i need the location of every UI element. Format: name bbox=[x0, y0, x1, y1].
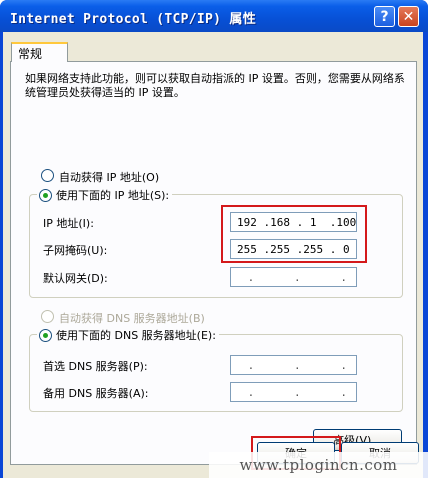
manual-ip-label[interactable]: 使用下面的 IP 地址(S): bbox=[56, 187, 169, 203]
auto-ip-label[interactable]: 自动获得 IP 地址(O) bbox=[59, 169, 159, 185]
manual-dns-label[interactable]: 使用下面的 DNS 服务器地址(E): bbox=[56, 327, 216, 343]
preferred-dns-field[interactable]: . . . bbox=[230, 355, 357, 375]
alternate-dns-field[interactable]: . . . bbox=[230, 382, 357, 402]
manual-ip-legend: 使用下面的 IP 地址(S): bbox=[37, 187, 173, 203]
preferred-dns-label: 首选 DNS 服务器(P): bbox=[43, 360, 148, 373]
window-title: Internet Protocol (TCP/IP) 属性 bbox=[10, 12, 257, 27]
manual-dns-radio[interactable] bbox=[39, 328, 52, 342]
help-button[interactable]: ? bbox=[374, 6, 395, 27]
dialog-client: 常规 如果网络支持此功能，则可以获取自动指派的 IP 设置。否则，您需要从网络系… bbox=[3, 32, 423, 478]
gateway-field[interactable]: . . . bbox=[230, 267, 357, 287]
subnet-mask-label: 子网掩码(U): bbox=[43, 244, 108, 257]
auto-ip-radio[interactable] bbox=[41, 169, 54, 182]
tab-general[interactable]: 常规 bbox=[11, 42, 68, 62]
watermark-text: www.tplogincn.com bbox=[209, 452, 428, 478]
manual-dns-legend: 使用下面的 DNS 服务器地址(E): bbox=[37, 327, 219, 343]
gateway-label: 默认网关(D): bbox=[43, 272, 108, 285]
general-panel: 如果网络支持此功能，则可以获取自动指派的 IP 设置。否则，您需要从网络系统管理… bbox=[10, 61, 417, 465]
auto-dns-label[interactable]: 自动获得 DNS 服务器地址(B) bbox=[59, 310, 205, 326]
dialog-window: Internet Protocol (TCP/IP) 属性 ? ✕ 常规 如果网… bbox=[0, 0, 428, 478]
highlight-ip-box bbox=[221, 205, 367, 263]
auto-dns-radio[interactable] bbox=[41, 310, 54, 323]
title-bar[interactable]: Internet Protocol (TCP/IP) 属性 ? ✕ bbox=[0, 0, 428, 32]
description-text: 如果网络支持此功能，则可以获取自动指派的 IP 设置。否则，您需要从网络系统管理… bbox=[25, 72, 405, 99]
close-button[interactable]: ✕ bbox=[398, 6, 419, 27]
ip-address-label: IP 地址(I): bbox=[43, 217, 94, 230]
alternate-dns-label: 备用 DNS 服务器(A): bbox=[43, 387, 149, 400]
manual-ip-radio[interactable] bbox=[39, 188, 52, 202]
